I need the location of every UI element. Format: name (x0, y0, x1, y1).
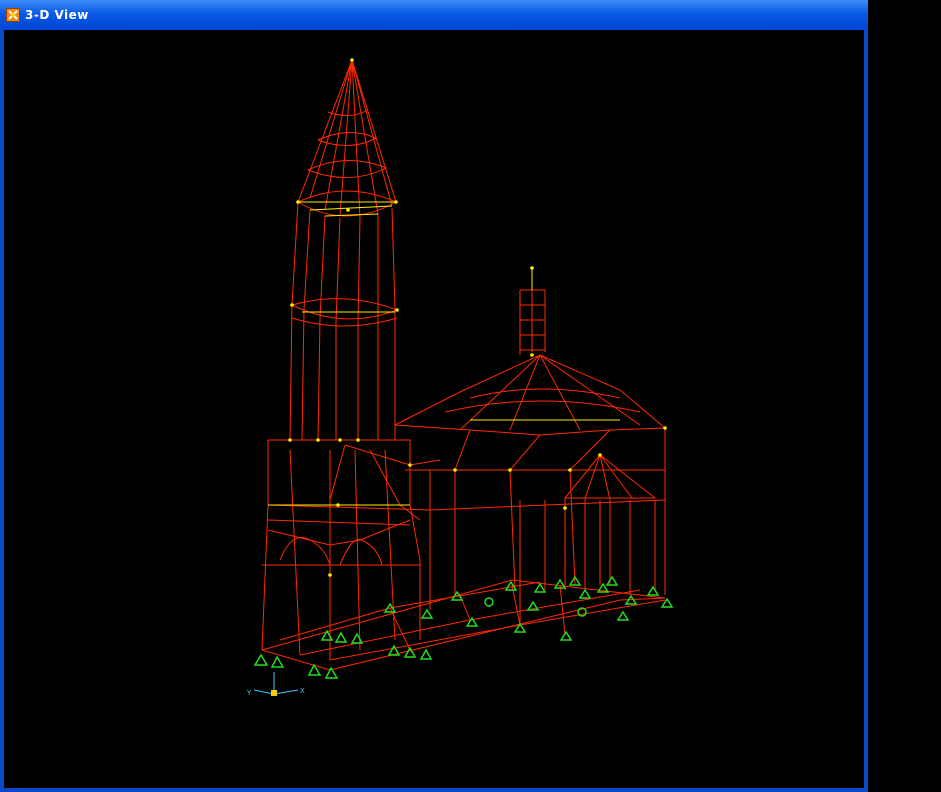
supports (253, 575, 674, 679)
title-bar[interactable]: 3-D View (0, 0, 868, 30)
desktop-background (868, 0, 941, 792)
model-viewport[interactable]: Y X (4, 30, 864, 788)
app-icon[interactable] (6, 8, 20, 22)
global-axes (253, 672, 299, 696)
window-title: 3-D View (25, 8, 89, 22)
frame-members (261, 59, 666, 671)
axis-label-x: X (300, 687, 305, 695)
three-d-view-window: 3-D View Y X (0, 0, 868, 792)
axis-label-y: Y (246, 689, 252, 697)
structural-model: Y X (246, 58, 674, 697)
